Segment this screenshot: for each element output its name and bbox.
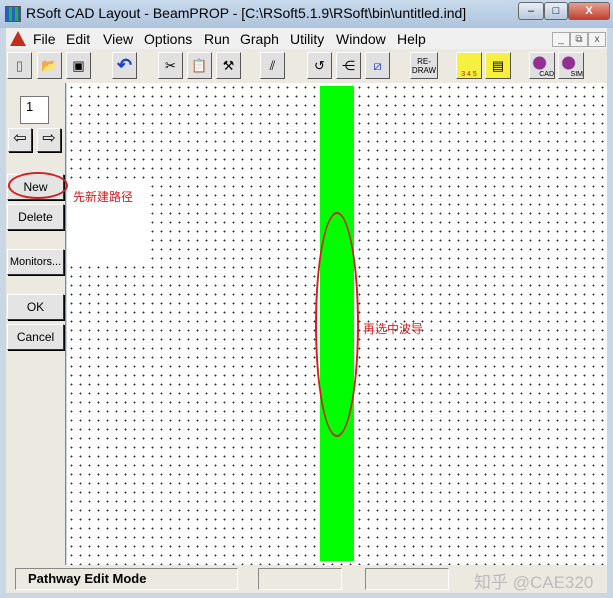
edit-tool-icon[interactable]: ⚒ xyxy=(216,52,241,79)
menu-file[interactable]: File xyxy=(33,31,56,47)
undo-icon[interactable]: ↶ xyxy=(112,52,137,79)
monitors-button[interactable]: Monitors... xyxy=(7,249,64,275)
menu-edit[interactable]: Edit xyxy=(66,31,90,47)
annotation-select-waveguide: 再选中波导 xyxy=(363,322,424,336)
rotate-icon[interactable]: ↺ xyxy=(307,52,332,79)
next-arrow-button[interactable]: ⇨ xyxy=(37,128,61,152)
window-title: RSoft CAD Layout - BeamPROP - [C:\RSoft5… xyxy=(26,5,467,21)
redraw-button[interactable]: RE- DRAW xyxy=(410,52,438,79)
mdi-minimize-button[interactable]: _ xyxy=(552,32,570,47)
mirror-icon[interactable]: ⋲ xyxy=(336,52,361,79)
menu-utility[interactable]: Utility xyxy=(290,31,324,47)
highlight-ellipse-waveguide xyxy=(315,212,359,437)
array-icon[interactable]: ⫽ xyxy=(260,52,285,79)
mdi-restore-button[interactable]: ⧉ xyxy=(570,32,588,47)
arrow-left-icon: ⇦ xyxy=(13,130,27,147)
app-icon xyxy=(5,6,21,22)
status-bar: Pathway Edit Mode 知乎 @CAE320 xyxy=(6,565,607,593)
left-panel: 1 ⇦ ⇨ New Delete Monitors... OK Cancel xyxy=(6,83,66,565)
arrow-right-icon: ⇨ xyxy=(42,130,56,147)
sim-icon[interactable]: SIM xyxy=(558,52,584,79)
close-button[interactable]: X xyxy=(568,2,610,20)
menu-view[interactable]: View xyxy=(103,31,133,47)
app-menu-icon[interactable] xyxy=(10,31,26,46)
delete-button[interactable]: Delete xyxy=(7,204,64,230)
segment-number-field[interactable]: 1 xyxy=(20,96,49,124)
mdi-close-button[interactable]: x xyxy=(588,32,606,47)
graph-windows-icon[interactable]: ▤ xyxy=(485,52,511,79)
cad-icon[interactable]: CAD xyxy=(529,52,555,79)
prev-arrow-button[interactable]: ⇦ xyxy=(8,128,32,152)
toolbar: ▯ 📂 ▣ ↶ ✂ 📋 ⚒ ⫽ ↺ ⋲ ⧄ RE- DRAW 3 4 5 ▤ C… xyxy=(6,49,607,83)
title-bar: RSoft CAD Layout - BeamPROP - [C:\RSoft5… xyxy=(0,0,613,28)
menu-help[interactable]: Help xyxy=(397,31,426,47)
save-icon[interactable]: ▣ xyxy=(66,52,91,79)
open-folder-icon[interactable]: 📂 xyxy=(37,52,62,79)
highlight-ellipse-new xyxy=(8,172,68,199)
status-pane-2 xyxy=(258,568,342,590)
status-mode: Pathway Edit Mode xyxy=(15,568,238,590)
ok-button[interactable]: OK xyxy=(7,294,64,320)
annotation-new-path: 先新建路径 xyxy=(73,190,134,204)
minimize-button[interactable]: – xyxy=(518,2,544,20)
status-pane-3 xyxy=(365,568,449,590)
maximize-button[interactable]: □ xyxy=(544,2,568,20)
paste-icon[interactable]: 📋 xyxy=(187,52,212,79)
watermark: 知乎 @CAE320 xyxy=(474,573,594,592)
menu-window[interactable]: Window xyxy=(336,31,386,47)
new-file-icon[interactable]: ▯ xyxy=(7,52,32,79)
menu-options[interactable]: Options xyxy=(144,31,192,47)
cancel-button[interactable]: Cancel xyxy=(7,324,64,350)
menu-run[interactable]: Run xyxy=(204,31,230,47)
draw-path-icon[interactable]: ⧄ xyxy=(365,52,390,79)
menu-graph[interactable]: Graph xyxy=(240,31,279,47)
display-scale-icon[interactable]: 3 4 5 xyxy=(456,52,482,79)
cut-icon[interactable]: ✂ xyxy=(158,52,183,79)
menu-bar: File Edit View Options Run Graph Utility… xyxy=(6,28,607,49)
